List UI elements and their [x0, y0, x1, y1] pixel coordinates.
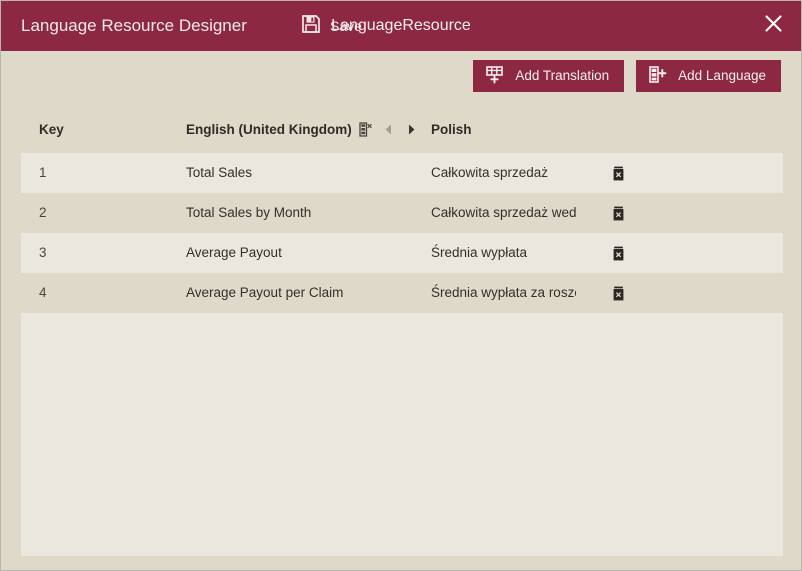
language-resource-designer-window: Language Resource Designer Save Language… [0, 0, 802, 571]
cell-english[interactable]: Total Sales by Month [186, 193, 421, 233]
cell-english[interactable]: Average Payout [186, 233, 421, 273]
toolbar: Add Translation Add Language [473, 60, 781, 92]
title-bar: Language Resource Designer Save Language… [1, 1, 801, 51]
add-language-column-plus-icon [648, 65, 667, 87]
app-title: Language Resource Designer [21, 16, 247, 35]
cell-key: 2 [39, 205, 47, 220]
delete-row-button[interactable] [606, 233, 630, 273]
cell-key: 1 [39, 165, 47, 180]
cell-key: 3 [39, 245, 47, 260]
table-row[interactable]: 4 Average Payout per Claim Średnia wypła… [21, 273, 783, 313]
column-header-english: English (United Kingdom) [186, 122, 352, 137]
column-header-key: Key [39, 122, 64, 137]
cell-polish[interactable]: Całkowita sprzedaż według miesiąca [431, 193, 576, 233]
save-button[interactable]: Save [301, 11, 362, 41]
translations-grid: Key English (United Kingdom) Polish 1 To… [21, 106, 783, 556]
table-row[interactable]: 3 Average Payout Średnia wypłata [21, 233, 783, 273]
column-tools [358, 106, 418, 153]
add-translation-grid-plus-icon [485, 65, 504, 87]
move-column-left-icon[interactable] [381, 122, 395, 138]
grid-empty-area [21, 313, 783, 556]
delete-row-icon [613, 286, 623, 300]
close-button[interactable] [757, 11, 789, 41]
delete-row-icon [613, 246, 623, 260]
add-language-button-label: Add Language [678, 68, 766, 84]
save-button-label: Save [330, 18, 362, 34]
table-row[interactable]: 2 Total Sales by Month Całkowita sprzeda… [21, 193, 783, 233]
close-icon [764, 14, 783, 38]
floppy-disk-save-icon [301, 14, 321, 39]
add-translation-button[interactable]: Add Translation [473, 60, 625, 92]
add-language-button[interactable]: Add Language [636, 60, 781, 92]
delete-column-icon[interactable] [358, 122, 372, 138]
grid-rows: 1 Total Sales Całkowita sprzedaż 2 Total… [21, 153, 783, 313]
cell-english[interactable]: Total Sales [186, 153, 421, 193]
delete-row-button[interactable] [606, 193, 630, 233]
column-header-polish: Polish [431, 122, 472, 137]
table-row[interactable]: 1 Total Sales Całkowita sprzedaż [21, 153, 783, 193]
cell-key: 4 [39, 285, 47, 300]
delete-row-icon [613, 206, 623, 220]
add-translation-button-label: Add Translation [515, 68, 610, 84]
delete-row-button[interactable] [606, 273, 630, 313]
cell-polish[interactable]: Średnia wypłata za roszczenie [431, 273, 576, 313]
move-column-right-icon[interactable] [404, 122, 418, 138]
delete-row-icon [613, 166, 623, 180]
cell-english[interactable]: Average Payout per Claim [186, 273, 421, 313]
delete-row-button[interactable] [606, 153, 630, 193]
cell-polish[interactable]: Całkowita sprzedaż [431, 153, 576, 193]
grid-header-row: Key English (United Kingdom) Polish [21, 106, 783, 153]
cell-polish[interactable]: Średnia wypłata [431, 233, 576, 273]
